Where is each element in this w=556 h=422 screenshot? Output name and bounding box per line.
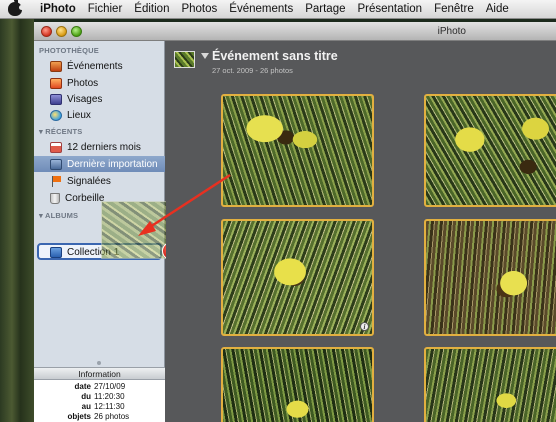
menu-photos[interactable]: Photos: [181, 3, 217, 15]
sidebar-item-label: Événements: [67, 60, 123, 72]
menu-aide[interactable]: Aide: [486, 3, 509, 15]
sidebar-item-last-12-months[interactable]: 12 derniers mois: [34, 139, 165, 155]
sidebar-item-last-import[interactable]: Dernière importation: [34, 156, 165, 172]
sidebar-item-flagged[interactable]: Signalées: [34, 173, 165, 189]
sidebar-item-label: Corbeille: [65, 192, 105, 204]
menu-evenements[interactable]: Événements: [229, 3, 293, 15]
info-panel-header[interactable]: Information: [34, 367, 165, 380]
section-header-recent[interactable]: ▾ RÉCENTS: [39, 127, 83, 136]
album-icon: [50, 246, 62, 258]
photo-browser: Événement sans titre 27 oct. 2009 - 26 p…: [166, 41, 556, 422]
desktop-background: [0, 19, 34, 422]
photos-icon: [50, 77, 62, 89]
sidebar-item-label: 12 derniers mois: [67, 141, 141, 153]
photo-thumbnail[interactable]: [221, 94, 374, 207]
menu-fichier[interactable]: Fichier: [88, 3, 123, 15]
faces-icon: [50, 93, 62, 105]
section-header-albums[interactable]: ▾ ALBUMS: [39, 211, 78, 220]
places-icon: [50, 109, 62, 121]
menu-app-iphoto[interactable]: iPhoto: [40, 3, 76, 15]
event-title[interactable]: Événement sans titre: [212, 49, 338, 63]
info-icon[interactable]: i: [360, 322, 369, 331]
menu-presentation[interactable]: Présentation: [358, 3, 423, 15]
window-title: iPhoto: [437, 26, 466, 37]
menu-fenetre[interactable]: Fenêtre: [434, 3, 474, 15]
trash-icon: [50, 192, 60, 204]
event-disclosure-triangle-icon[interactable]: [201, 53, 209, 59]
import-icon: [50, 158, 62, 170]
photo-thumbnail[interactable]: [424, 219, 556, 336]
flag-icon: [50, 175, 62, 187]
photo-thumbnail[interactable]: [424, 347, 556, 422]
events-icon: [50, 60, 62, 72]
window-titlebar[interactable]: iPhoto: [34, 22, 556, 41]
sidebar-item-label: Signalées: [67, 175, 111, 187]
sidebar-item-places[interactable]: Lieux: [34, 107, 165, 123]
info-row-items: objets 26 photos: [67, 412, 130, 421]
sidebar-item-label: Lieux: [67, 109, 91, 121]
sidebar-item-label: Dernière importation: [67, 158, 158, 170]
event-key-photo[interactable]: [174, 51, 195, 68]
menu-bar: iPhoto Fichier Édition Photos Événements…: [0, 0, 556, 19]
sidebar-item-events[interactable]: Événements: [34, 58, 165, 74]
menu-edition[interactable]: Édition: [134, 3, 169, 15]
apple-menu-icon[interactable]: [8, 0, 24, 16]
photo-thumbnail[interactable]: i: [221, 219, 374, 336]
info-row-from: du 11:20:30: [81, 392, 125, 401]
info-row-date: date 27/10/09: [74, 382, 126, 391]
sidebar-item-label: Visages: [67, 93, 103, 105]
splitter-handle[interactable]: [97, 361, 101, 365]
event-subtitle: 27 oct. 2009 - 26 photos: [212, 66, 293, 75]
sidebar-item-photos[interactable]: Photos: [34, 75, 165, 91]
sidebar-item-faces[interactable]: Visages: [34, 91, 165, 107]
photo-thumbnail[interactable]: [221, 347, 374, 422]
section-header-library: PHOTOTHÈQUE: [39, 46, 99, 55]
sidebar-item-label: Photos: [67, 77, 99, 89]
info-row-to: au 12:11:30: [81, 402, 125, 411]
calendar-icon: [50, 141, 62, 153]
source-list-sidebar: PHOTOTHÈQUE Événements Photos Visages Li…: [34, 41, 181, 422]
info-panel: date 27/10/09 du 11:20:30 au 12:11:30 objet…: [34, 380, 165, 422]
photo-thumbnail[interactable]: [424, 94, 556, 207]
menu-partage[interactable]: Partage: [305, 3, 345, 15]
iphoto-window: iPhoto PHOTOTHÈQUE Événements Photos Vis…: [34, 22, 556, 422]
